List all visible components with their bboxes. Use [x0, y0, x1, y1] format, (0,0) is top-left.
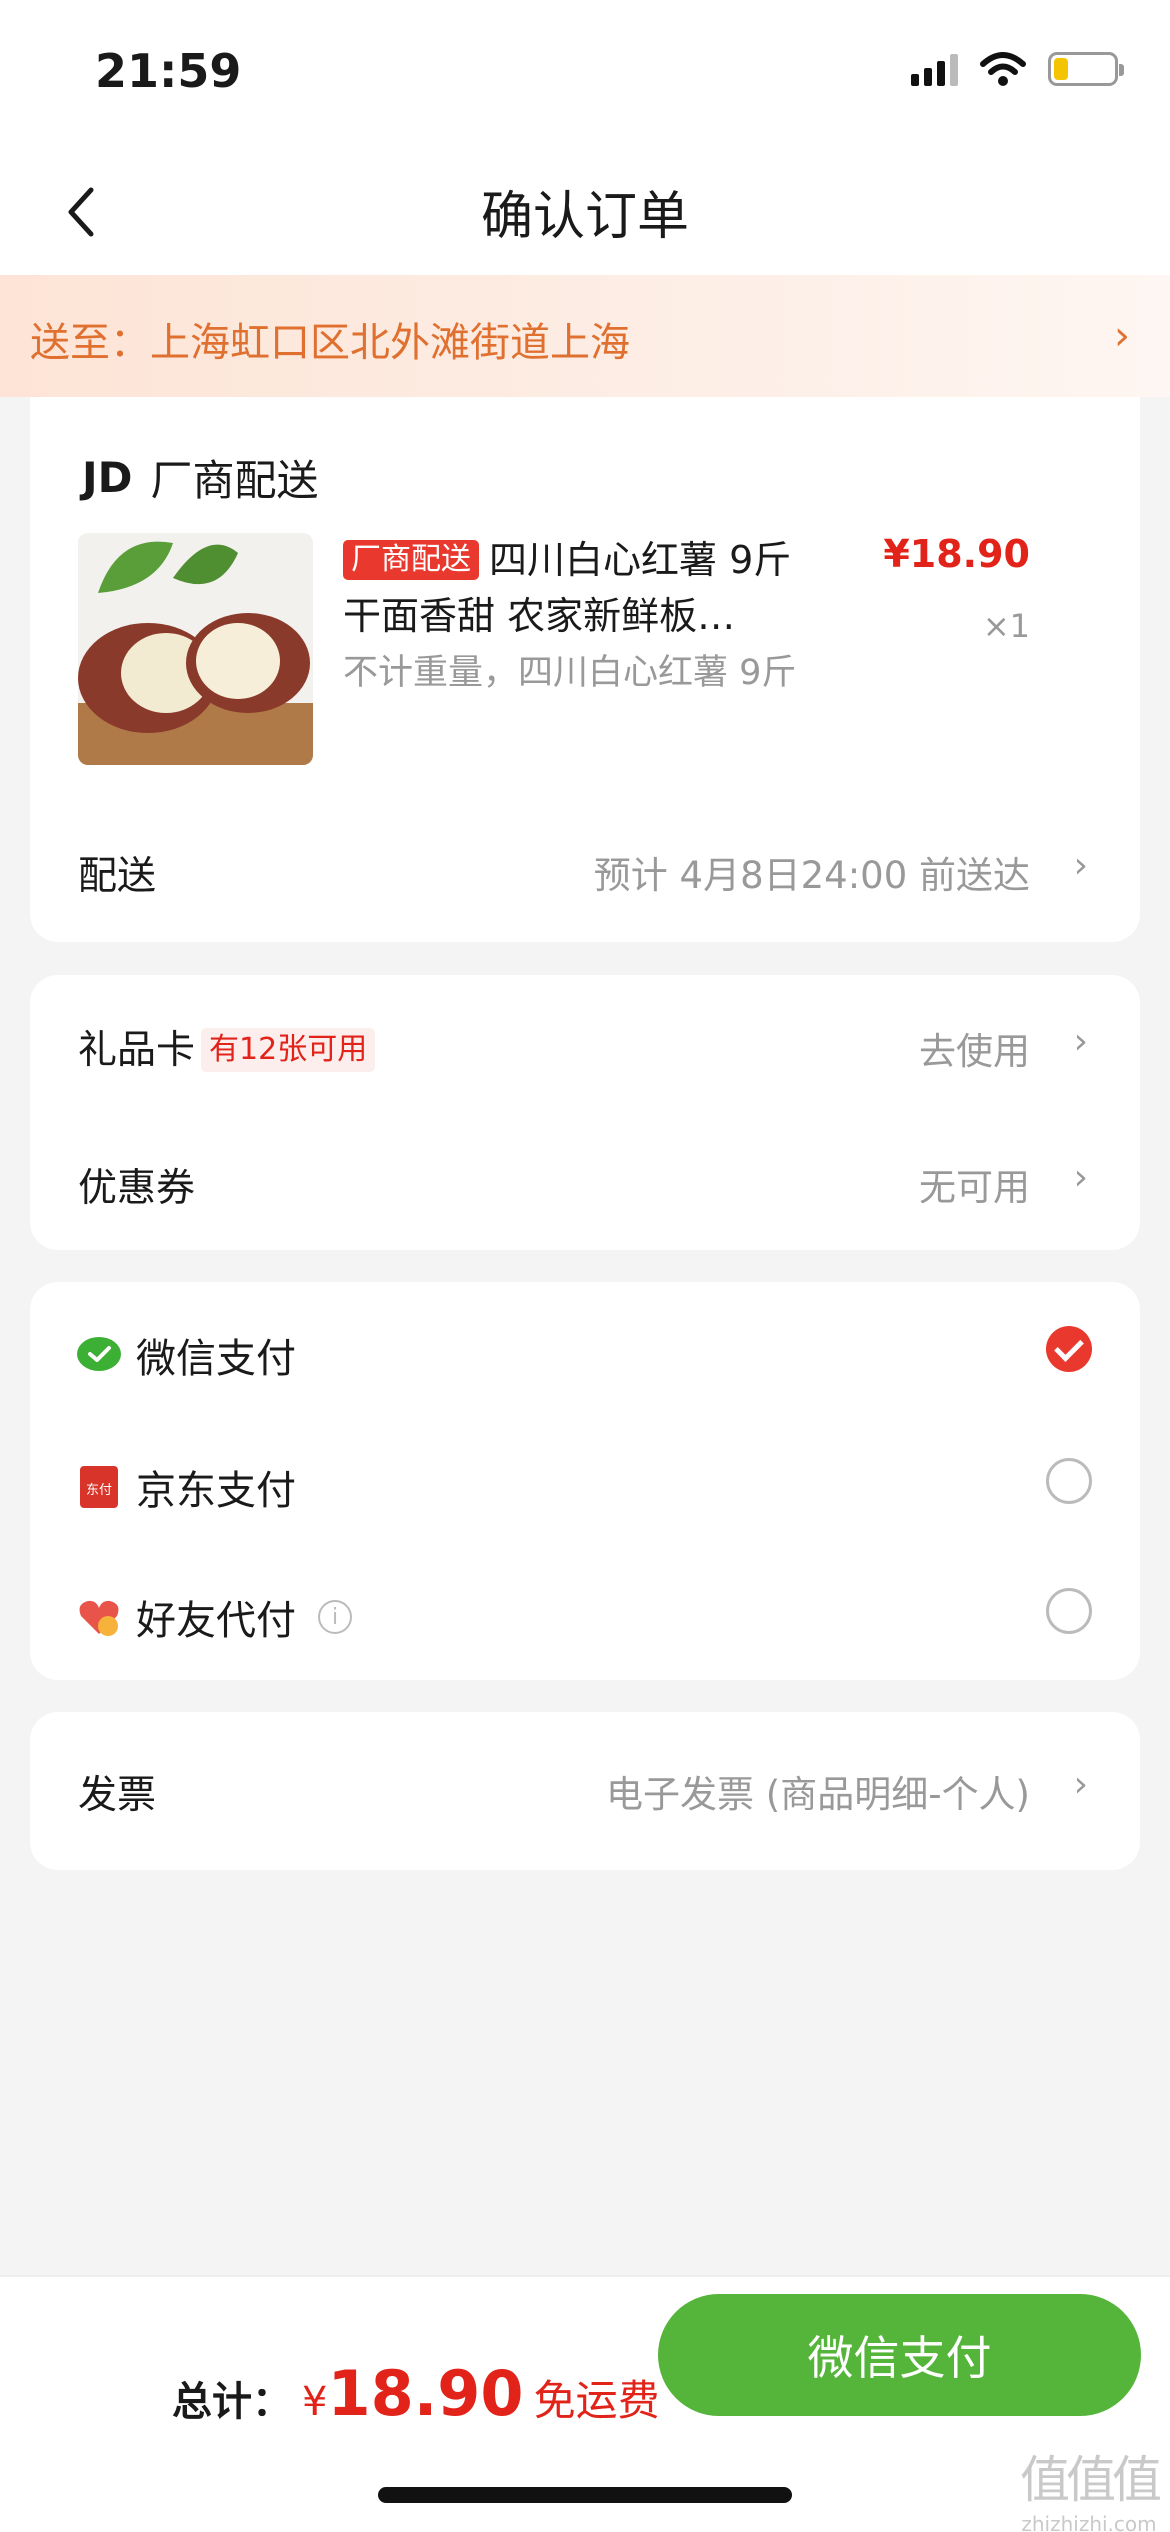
gift-card-label: 礼品卡	[78, 1028, 196, 1073]
free-shipping-note: 免运费	[533, 2376, 660, 2425]
sweet-potato-image	[78, 533, 313, 765]
order-total: 总计： ¥ 18.90 免运费	[172, 2357, 660, 2430]
total-amount: 18.90	[327, 2357, 524, 2430]
chevron-right-icon: ›	[1073, 1157, 1088, 1198]
delivery-address-bar[interactable]: 送至：上海虹口区北外滩街道上海 ›	[0, 275, 1170, 397]
delivery-label: 配送	[78, 854, 157, 899]
payment-wechat-label: 微信支付	[136, 1336, 296, 1382]
status-bar: 21:59	[0, 0, 1170, 150]
payment-jd-label-wrap: 东付 京东支付	[76, 1458, 296, 1516]
svg-text:东付: 东付	[86, 1483, 112, 1498]
home-indicator	[378, 2487, 792, 2503]
gift-card-action: 去使用	[919, 1030, 1030, 1073]
product-quantity: ×1	[982, 607, 1030, 645]
total-currency: ¥	[302, 2379, 328, 2425]
invoice-card[interactable]: 发票 电子发票 (商品明细-个人) ›	[30, 1712, 1140, 1870]
jd-pay-icon: 东付	[80, 1466, 118, 1508]
chevron-right-icon: ›	[1073, 845, 1088, 886]
status-icons	[911, 52, 1124, 86]
payment-friend-label-wrap: 好友代付 i	[76, 1588, 352, 1646]
order-card: JD 厂商配送 厂商配送 四川白心红薯 9斤 干面香甜 农家新鲜板… 不计重量，四…	[30, 397, 1140, 942]
wechat-pay-icon	[77, 1337, 121, 1371]
payment-jd-radio[interactable]	[1046, 1458, 1092, 1504]
product-price: ¥18.90	[883, 532, 1030, 576]
battery-icon	[1048, 52, 1124, 86]
gift-card-badge: 有12张可用	[201, 1028, 376, 1072]
payment-wechat-label-wrap: 微信支付	[76, 1326, 296, 1384]
watermark-site: zhizhizhi.com	[1021, 2512, 1157, 2532]
cellular-signal-icon	[911, 52, 958, 86]
invoice-label: 发票	[78, 1773, 157, 1818]
payment-friend-label: 好友代付	[136, 1598, 296, 1644]
payment-friend-radio[interactable]	[1046, 1588, 1092, 1634]
jd-logo: JD	[82, 453, 133, 502]
friend-pay-icon	[79, 1600, 119, 1636]
payment-methods-card: 微信支付 东付 京东支付 好友代付 i	[30, 1282, 1140, 1680]
wifi-icon	[980, 52, 1026, 86]
invoice-value: 电子发票 (商品明细-个人)	[606, 1773, 1030, 1816]
seller-name: 厂商配送	[150, 456, 319, 505]
wechat-pay-button[interactable]: 微信支付	[658, 2294, 1141, 2416]
info-icon[interactable]: i	[318, 1600, 352, 1634]
product-title-block[interactable]: 厂商配送 四川白心红薯 9斤 干面香甜 农家新鲜板…	[343, 532, 833, 644]
coupon-label: 优惠券	[78, 1166, 196, 1211]
chevron-right-icon: ›	[1073, 1764, 1088, 1805]
discounts-card: 礼品卡 有12张可用 去使用 › 优惠券 无可用 ›	[30, 975, 1140, 1250]
product-spec: 不计重量，四川白心红薯 9斤	[343, 653, 797, 693]
payment-wechat-radio[interactable]	[1046, 1326, 1092, 1372]
nav-bar: 确认订单	[0, 150, 1170, 275]
seller-header: JD 厂商配送	[82, 447, 319, 508]
page-title: 确认订单	[480, 187, 689, 247]
payment-jd-label: 京东支付	[136, 1468, 296, 1514]
watermark-logo: 值值值	[1020, 2451, 1162, 2509]
vendor-delivery-tag: 厂商配送	[343, 540, 479, 580]
chevron-right-icon: ›	[1114, 313, 1130, 359]
coupon-value: 无可用	[919, 1166, 1030, 1209]
gift-card-label-wrap: 礼品卡 有12张可用	[78, 1019, 376, 1075]
total-label: 总计：	[172, 2379, 292, 2425]
product-image[interactable]	[78, 533, 313, 765]
status-time: 21:59	[95, 44, 242, 98]
chevron-right-icon: ›	[1073, 1021, 1088, 1062]
delivery-address: 送至：上海虹口区北外滩街道上海	[30, 320, 630, 366]
watermark: 值值值 zhizhizhi.com	[1020, 2440, 1162, 2532]
delivery-estimate: 预计 4月8日24:00 前送达	[593, 854, 1030, 897]
